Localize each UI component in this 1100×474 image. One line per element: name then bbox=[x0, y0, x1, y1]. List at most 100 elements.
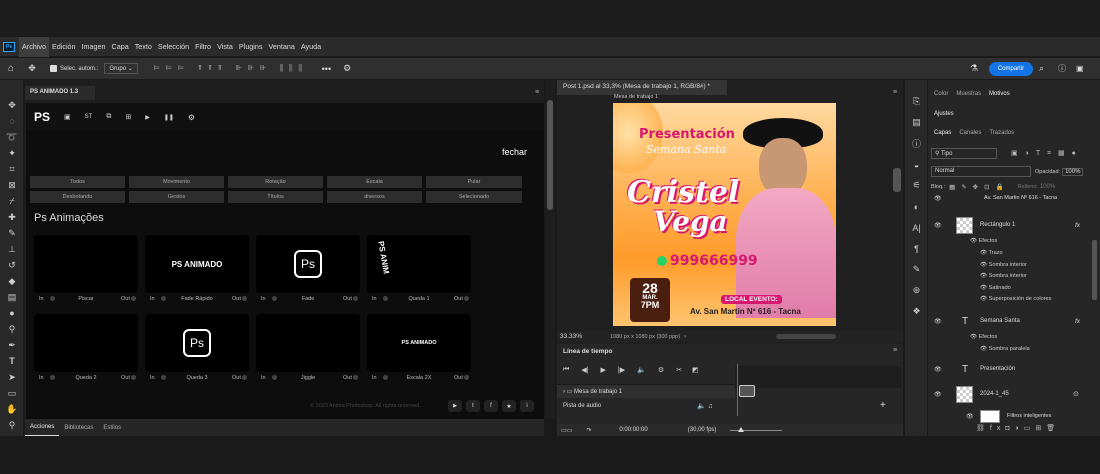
dodge-tool-icon[interactable]: ⚲ bbox=[0, 321, 24, 337]
out-label[interactable]: Out bbox=[121, 375, 130, 381]
panel-tab[interactable]: Trazados bbox=[985, 126, 1018, 139]
out-label[interactable]: Out bbox=[343, 296, 352, 302]
plugin-tab[interactable]: PS ANIMADO 1.3 bbox=[25, 86, 95, 100]
facebook-icon[interactable]: f bbox=[484, 400, 498, 412]
opacity-value[interactable]: 100% bbox=[1062, 167, 1084, 176]
more-icon[interactable]: ••• bbox=[322, 64, 331, 74]
bottom-tab[interactable]: Estilos bbox=[98, 419, 126, 436]
character-icon[interactable]: A| bbox=[905, 217, 928, 238]
panel-tab[interactable]: Canales bbox=[955, 126, 985, 139]
eye-icon[interactable]: 👁 bbox=[934, 195, 946, 202]
twitter-icon[interactable]: t bbox=[466, 400, 480, 412]
menu-item[interactable]: Edición bbox=[49, 37, 79, 57]
gear-icon[interactable]: ⚙ bbox=[343, 63, 351, 74]
add-icon[interactable]: ⊞ bbox=[125, 113, 131, 121]
menu-item[interactable]: Texto bbox=[132, 37, 155, 57]
plugin-scrollbar[interactable] bbox=[545, 80, 555, 418]
menu-item[interactable]: Ayuda bbox=[298, 37, 324, 57]
out-label[interactable]: Out bbox=[343, 375, 352, 381]
category-button[interactable]: Movimento bbox=[129, 176, 224, 188]
effects-label[interactable]: 👁 Efectos bbox=[970, 238, 997, 244]
animation-card[interactable]: Ps bbox=[145, 314, 249, 372]
out-toggle[interactable] bbox=[353, 375, 358, 380]
fill-value[interactable]: 100% bbox=[1040, 184, 1055, 190]
out-toggle[interactable] bbox=[464, 296, 469, 301]
prev-frame-icon[interactable]: ◀| bbox=[581, 366, 588, 374]
eye-icon[interactable]: 👁 bbox=[966, 413, 978, 420]
auto-select-checkbox[interactable] bbox=[50, 65, 57, 72]
out-label[interactable]: Out bbox=[232, 375, 241, 381]
category-button[interactable]: Todos bbox=[30, 176, 125, 188]
play-icon[interactable]: ▶ bbox=[601, 366, 606, 374]
lock-icons[interactable]: ▦✎✥⊡🔒 bbox=[949, 183, 1010, 191]
info-icon[interactable]: ⓘ bbox=[905, 133, 928, 154]
bottom-tab[interactable]: Acciones bbox=[25, 419, 60, 436]
eye-icon[interactable]: 👁 bbox=[934, 366, 946, 373]
frames-icon[interactable]: ▭▭ bbox=[561, 427, 572, 434]
settings-icon[interactable]: ⚙ bbox=[658, 366, 664, 374]
comments-icon[interactable]: ▤ bbox=[905, 112, 928, 133]
search-icon[interactable]: ⌕ bbox=[1039, 63, 1044, 74]
convert-icon[interactable]: ↷ bbox=[586, 427, 591, 434]
transition-icon[interactable]: ◩ bbox=[692, 366, 699, 374]
play-icon[interactable]: ▶ bbox=[145, 114, 150, 121]
eraser-icon[interactable]: ◆ bbox=[0, 273, 24, 289]
category-button[interactable]: Selecionado bbox=[426, 191, 522, 203]
star-icon[interactable]: ★ bbox=[502, 400, 516, 412]
lasso-tool-icon[interactable]: ➰ bbox=[0, 129, 24, 145]
clone-source-icon[interactable]: ⊛ bbox=[905, 280, 928, 301]
add-audio-icon[interactable]: + bbox=[880, 400, 886, 411]
layer-row[interactable]: 👁 2024-1_45 ⊙ bbox=[928, 384, 1088, 404]
auto-select-dropdown[interactable]: Grupo ⌄ bbox=[104, 63, 138, 74]
blur-tool-icon[interactable]: ● bbox=[0, 305, 24, 321]
tab-ajustes[interactable]: Ajustes bbox=[930, 107, 958, 120]
flask-icon[interactable]: ⚗ bbox=[970, 63, 978, 74]
mask-icon[interactable]: ◐ bbox=[905, 196, 928, 217]
audio-icon[interactable]: 🔈 bbox=[637, 366, 646, 374]
fx-icon[interactable]: fx bbox=[1075, 318, 1080, 325]
move-tool-icon[interactable]: ✥ bbox=[22, 63, 42, 74]
shape-tool-icon[interactable]: ▭ bbox=[0, 385, 24, 401]
out-label[interactable]: Out bbox=[121, 296, 130, 302]
animation-card[interactable]: PS ANIM bbox=[367, 235, 471, 293]
track-row[interactable]: › ▭ Mesa de trabajo 1 bbox=[557, 384, 735, 398]
category-button[interactable]: Títulos bbox=[228, 191, 323, 203]
animation-card[interactable]: PS ANIMADO bbox=[145, 235, 249, 293]
effect-item[interactable]: 👁 Satinado bbox=[980, 285, 1011, 291]
share-button[interactable]: Compartir bbox=[989, 62, 1033, 76]
zoom-level[interactable]: 33.33% bbox=[560, 333, 610, 340]
animation-card[interactable] bbox=[34, 314, 138, 372]
blend-mode-dropdown[interactable]: Normal bbox=[931, 166, 1031, 177]
category-button[interactable]: Pular bbox=[426, 176, 522, 188]
eye-icon[interactable]: 👁 bbox=[934, 318, 946, 325]
frame-tool-icon[interactable]: ⊠ bbox=[0, 177, 24, 193]
close-link[interactable]: fechar bbox=[502, 147, 527, 157]
artboard-poster[interactable]: Presentación Semana Santa Cristel Vega 9… bbox=[613, 103, 836, 326]
layer-scrollbar[interactable] bbox=[1092, 240, 1097, 300]
out-label[interactable]: Out bbox=[232, 296, 241, 302]
panel-menu-icon[interactable]: ≡ bbox=[893, 347, 897, 354]
gradient-tool-icon[interactable]: ▤ bbox=[0, 289, 24, 305]
layer-row[interactable]: 👁 T Semana Santa fx bbox=[928, 311, 1088, 331]
layer-row[interactable]: 👁 Rectángulo 1 fx bbox=[928, 215, 1088, 235]
eyedropper-icon[interactable]: ⌿ bbox=[0, 193, 24, 209]
healing-brush-icon[interactable]: ✚ bbox=[0, 209, 24, 225]
paragraph-icon[interactable]: ¶ bbox=[905, 238, 928, 259]
first-frame-icon[interactable]: ⏮ bbox=[563, 366, 569, 374]
panel-menu-icon[interactable]: ≡ bbox=[535, 89, 539, 96]
track-clip[interactable] bbox=[739, 385, 755, 397]
crop-tool-icon[interactable]: ⌗ bbox=[0, 161, 24, 177]
type-tool-icon[interactable]: T bbox=[0, 353, 24, 369]
shapes-icon[interactable]: ❖ bbox=[905, 301, 928, 322]
brushes-icon[interactable]: ✎ bbox=[905, 259, 928, 280]
zoom-tool-icon[interactable]: ⚲ bbox=[0, 417, 24, 433]
out-toggle[interactable] bbox=[131, 375, 136, 380]
menu-item[interactable]: Selección bbox=[155, 37, 192, 57]
properties-icon[interactable]: ⚟ bbox=[905, 175, 928, 196]
save-icon[interactable]: ▣ bbox=[64, 113, 71, 121]
menu-item[interactable]: Archivo bbox=[19, 36, 49, 57]
history-icon[interactable]: ⎘ bbox=[905, 91, 928, 112]
youtube-icon[interactable]: ▶ bbox=[448, 400, 462, 412]
path-select-icon[interactable]: ➤ bbox=[0, 369, 24, 385]
effect-item[interactable]: 👁 Sombra paralela bbox=[980, 346, 1030, 352]
